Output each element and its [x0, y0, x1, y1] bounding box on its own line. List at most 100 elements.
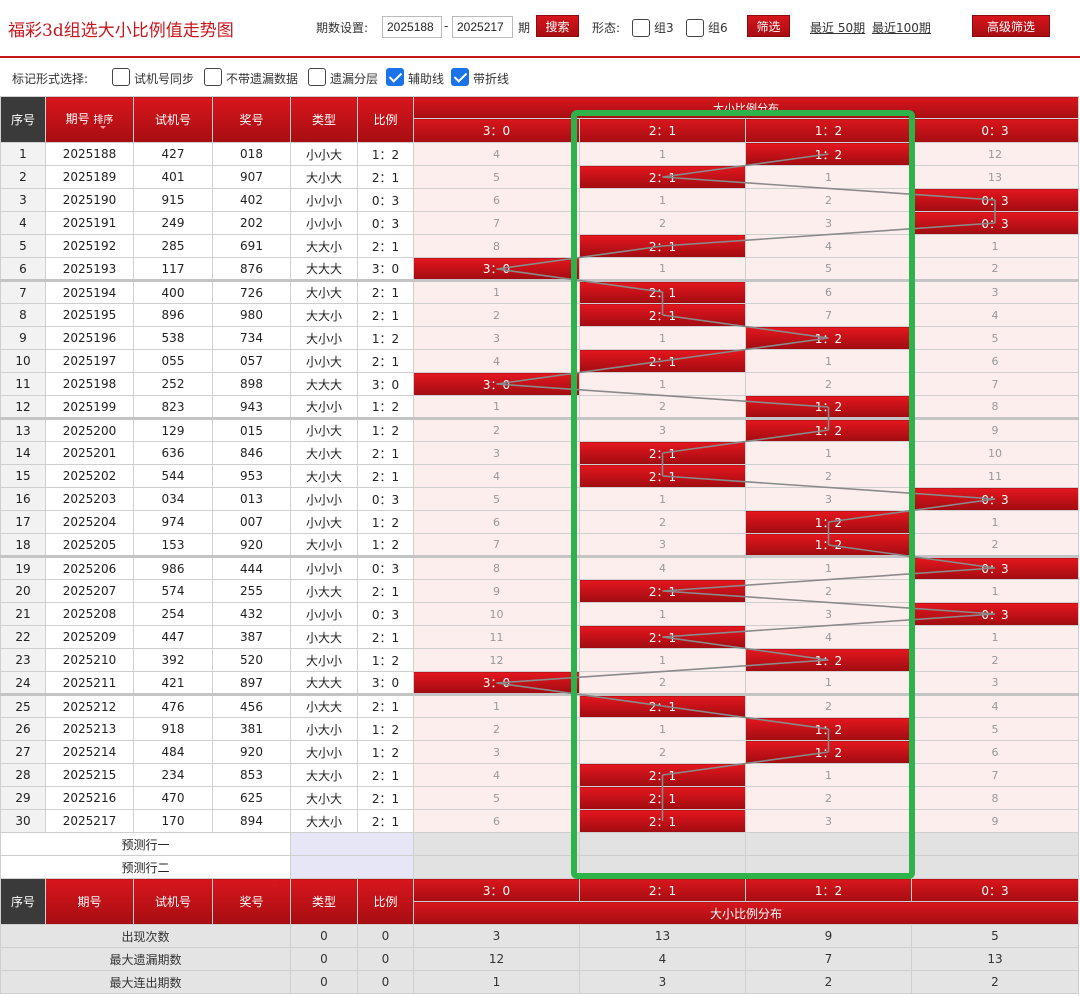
dist-omission-cell: 3 — [745, 487, 912, 511]
dist-omission-cell: 2 — [745, 464, 912, 488]
row-trial-number: 421 — [133, 671, 213, 695]
col-header-trial: 试机号 — [133, 96, 213, 143]
row-draw-number: 943 — [212, 395, 291, 419]
row-type: 大大大 — [290, 372, 358, 396]
row-index: 19 — [0, 555, 46, 580]
recent-100-link[interactable]: 最近100期 — [872, 19, 931, 36]
footer-header-trial: 试机号 — [133, 878, 213, 925]
dist-omission-cell: 7 — [745, 303, 912, 327]
row-trial-number: 915 — [133, 188, 213, 212]
row-draw-number: 007 — [212, 510, 291, 534]
dist-omission-cell: 2 — [745, 693, 912, 718]
dist-col-header-0-3: 0：3 — [911, 118, 1079, 143]
down-arrow-icon: ▼ — [271, 880, 279, 891]
footer-dist-col-1-2: 1：2 — [745, 878, 912, 902]
dist-omission-cell: 2 — [579, 671, 746, 695]
row-type: 大小小 — [290, 326, 358, 350]
dist-hit-cell: 1：2 — [745, 717, 912, 741]
stat-value: 7 — [745, 947, 912, 971]
row-ratio: 1：2 — [357, 142, 414, 166]
row-index: 20 — [0, 579, 46, 603]
stat-row: 最大遗漏期数 0 0 12 4 7 13 — [0, 947, 1079, 971]
group3-checkbox[interactable] — [632, 19, 650, 37]
table-row: 6 2025193 117 876 大大大 3：0 3：0 1 5 2 — [0, 257, 1079, 281]
row-trial-number: 400 — [133, 279, 213, 304]
row-period: 2025190 — [45, 188, 134, 212]
row-type: 小小小 — [290, 211, 358, 235]
start-period-input[interactable] — [382, 16, 442, 38]
sync-trial-checkbox[interactable] — [112, 68, 130, 86]
footer-dist-col-3-0: 3：0 — [413, 878, 580, 902]
dist-omission-cell: 3 — [413, 740, 580, 764]
dist-omission-cell: 1 — [579, 326, 746, 350]
prediction-row-2-cell[interactable] — [413, 855, 580, 879]
stat-value: 13 — [911, 947, 1079, 971]
marker-options-bar: 标记形式选择: 试机号同步 不带遗漏数据 遗漏分层 辅助线 带折线 — [0, 58, 1080, 96]
prediction-row-2-input[interactable] — [290, 855, 414, 879]
row-draw-number: 202 — [212, 211, 291, 235]
prediction-row-1-input[interactable] — [290, 832, 414, 856]
no-omission-label: 不带遗漏数据 — [226, 72, 299, 86]
advanced-filter-button[interactable]: 高级筛选 — [972, 15, 1050, 37]
stats-body: 出现次数 0 0 3 13 9 5 最大遗漏期数 0 0 12 4 7 13 最大连出期数 0 0 1 3 2 2 — [0, 924, 1079, 994]
stat-value: 2 — [745, 970, 912, 994]
row-trial-number: 249 — [133, 211, 213, 235]
end-period-input[interactable] — [452, 16, 513, 38]
row-draw-number: 456 — [212, 693, 291, 718]
prediction-row-2-cell[interactable] — [579, 855, 746, 879]
dist-hit-cell: 2：1 — [579, 625, 746, 649]
dist-omission-cell: 1 — [579, 648, 746, 672]
dist-omission-cell: 3 — [413, 441, 580, 465]
dist-omission-cell: 6 — [911, 349, 1079, 373]
row-type: 小小小 — [290, 555, 358, 580]
dist-omission-cell: 1 — [579, 257, 746, 281]
row-period: 2025191 — [45, 211, 134, 235]
prediction-row-1-cell[interactable] — [579, 832, 746, 856]
polyline-checkbox[interactable] — [451, 68, 469, 86]
sort-button[interactable]: 排序 — [93, 114, 113, 129]
search-button[interactable]: 搜索 — [536, 15, 579, 37]
stat-label: 出现次数 — [0, 924, 291, 948]
row-draw-number: 953 — [212, 464, 291, 488]
dist-omission-cell: 4 — [413, 464, 580, 488]
row-type: 大小小 — [290, 648, 358, 672]
row-type: 小大大 — [290, 579, 358, 603]
col-header-index: 序号 — [0, 96, 46, 143]
period-setting-label: 期数设置: — [316, 21, 369, 35]
prediction-row-2-cell[interactable] — [911, 855, 1079, 879]
prediction-row-2-cell[interactable] — [745, 855, 912, 879]
row-period: 2025209 — [45, 625, 134, 649]
prediction-row-1-cell[interactable] — [911, 832, 1079, 856]
row-type: 小小大 — [290, 417, 358, 442]
group6-checkbox[interactable] — [686, 19, 704, 37]
row-type: 大大大 — [290, 257, 358, 281]
col-header-period[interactable]: 期号 排序 — [45, 96, 134, 143]
row-index: 30 — [0, 809, 46, 833]
dist-omission-cell: 3 — [745, 602, 912, 626]
row-period: 2025210 — [45, 648, 134, 672]
guide-line-checkbox[interactable] — [386, 68, 404, 86]
stat-value: 3 — [579, 970, 746, 994]
prediction-row-1-cell[interactable] — [745, 832, 912, 856]
row-type: 大小小 — [290, 533, 358, 557]
dist-hit-cell: 1：2 — [745, 142, 912, 166]
row-trial-number: 234 — [133, 763, 213, 787]
row-draw-number: 920 — [212, 740, 291, 764]
row-index: 17 — [0, 510, 46, 534]
row-ratio: 2：1 — [357, 165, 414, 189]
row-ratio: 2：1 — [357, 809, 414, 833]
recent-50-link[interactable]: 最近 50期 — [810, 19, 865, 36]
no-omission-checkbox[interactable] — [204, 68, 222, 86]
table-row: 11 2025198 252 898 大大大 3：0 3：0 1 2 7 — [0, 372, 1079, 396]
dist-omission-cell: 6 — [413, 809, 580, 833]
filter-button[interactable]: 筛选 — [747, 15, 790, 37]
stat-label: 最大连出期数 — [0, 970, 291, 994]
row-index: 11 — [0, 372, 46, 396]
table-row: 25 2025212 476 456 小大大 2：1 1 2：1 2 4 — [0, 693, 1079, 718]
row-trial-number: 986 — [133, 555, 213, 580]
row-trial-number: 896 — [133, 303, 213, 327]
omission-layer-checkbox[interactable] — [308, 68, 326, 86]
dist-hit-cell: 1：2 — [745, 326, 912, 350]
prediction-row-1-cell[interactable] — [413, 832, 580, 856]
dist-omission-cell: 1 — [579, 717, 746, 741]
